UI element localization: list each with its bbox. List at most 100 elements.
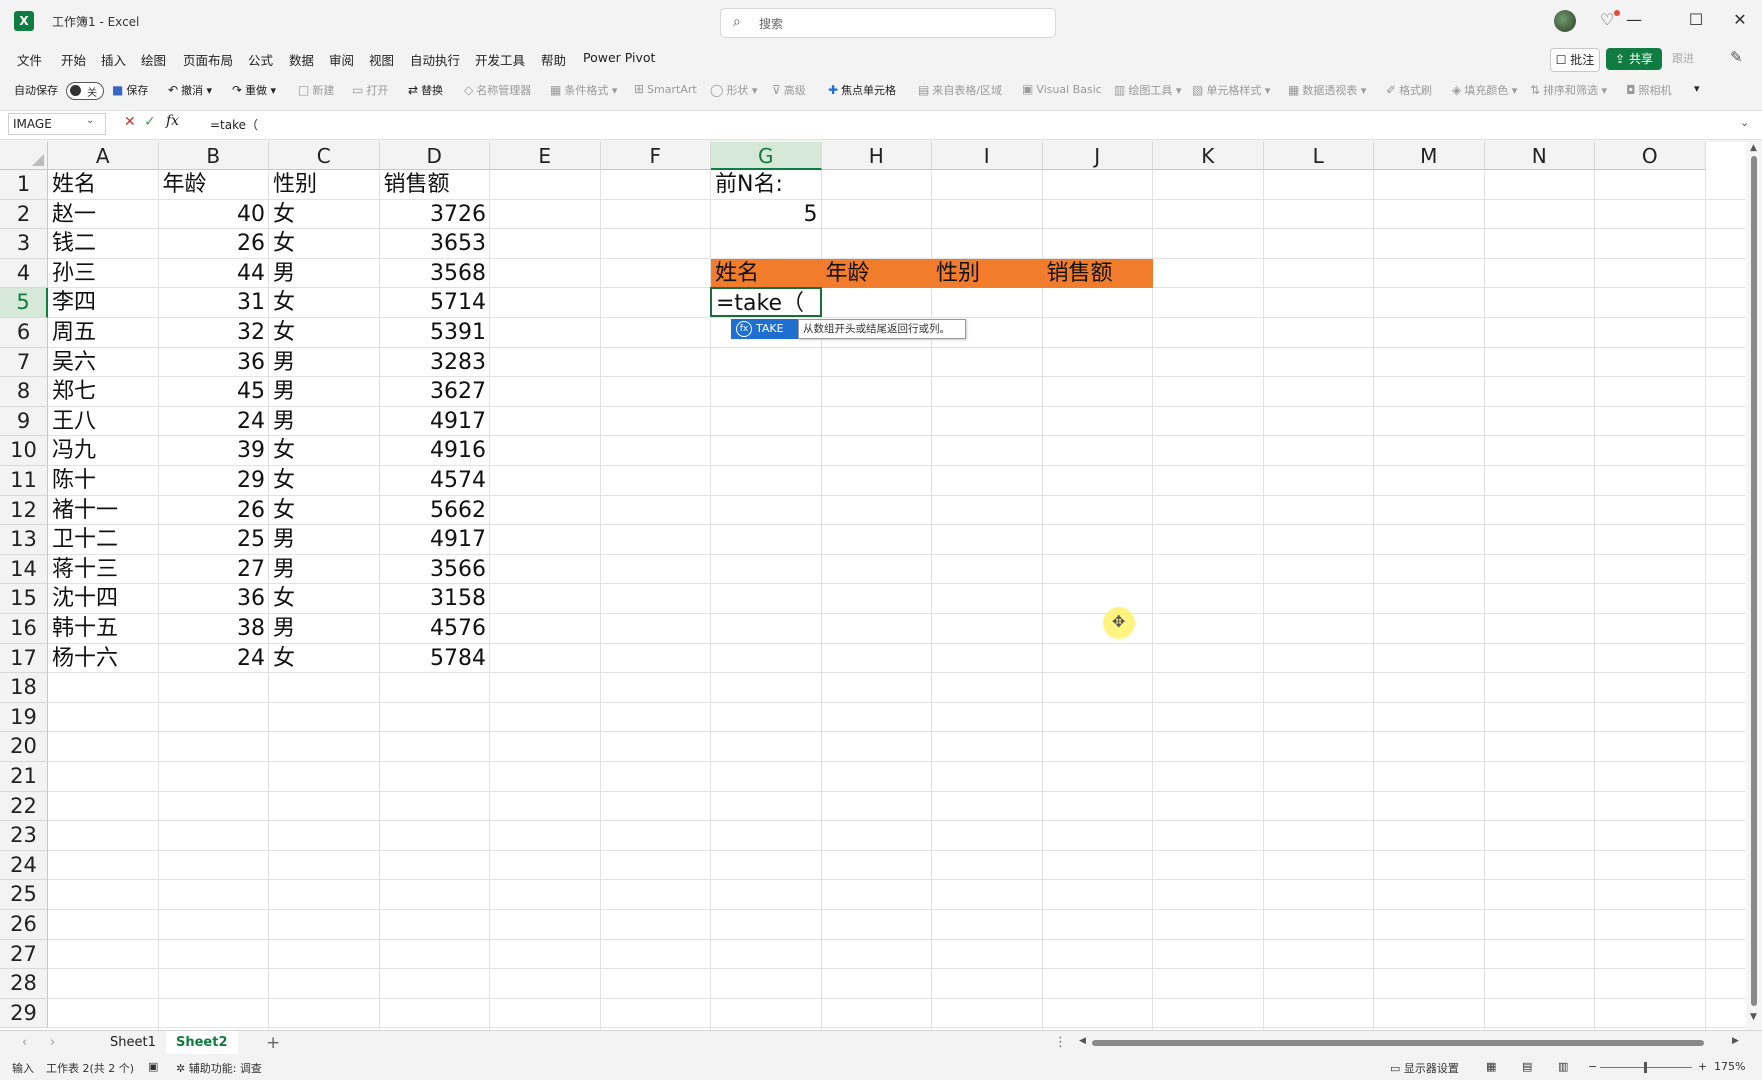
table-cell[interactable]: 女 [269, 496, 380, 525]
table-cell[interactable]: 25 [159, 525, 270, 554]
top-n-value-cell[interactable]: 5 [711, 200, 822, 229]
name-box-dropdown-icon[interactable]: ⌄ [86, 115, 94, 126]
tab-insert[interactable]: 插入 [101, 50, 126, 69]
tab-page-layout[interactable]: 页面布局 [183, 50, 233, 69]
add-sheet-icon[interactable]: + [266, 1033, 280, 1053]
tab-power-pivot[interactable]: Power Pivot [583, 50, 655, 65]
qat-format-painter[interactable]: ✐ 格式刷 [1386, 82, 1432, 98]
qat-sort-filter[interactable]: ⇅ 排序和筛选 ▾ [1530, 82, 1607, 98]
table-cell[interactable]: 赵一 [48, 200, 159, 229]
row-header-3[interactable]: 3 [0, 229, 48, 259]
column-header-G[interactable]: G [711, 142, 822, 170]
row-header-11[interactable]: 11 [0, 466, 48, 496]
vertical-scrollbar[interactable]: ▲ ▼ [1746, 142, 1762, 1030]
row-header-4[interactable]: 4 [0, 258, 48, 289]
result-header-cell[interactable]: 销售额 [1043, 259, 1154, 288]
table-cell[interactable]: 女 [269, 288, 380, 317]
tab-formulas[interactable]: 公式 [248, 50, 273, 69]
table-header-cell[interactable]: 年龄 [159, 170, 270, 199]
column-header-E[interactable]: E [490, 142, 601, 170]
macro-record-icon[interactable]: ▣ [148, 1060, 158, 1073]
next-sheet-icon[interactable]: › [50, 1035, 55, 1050]
scroll-down-icon[interactable]: ▼ [1750, 1012, 1757, 1022]
insert-function-icon[interactable]: fx [166, 113, 179, 129]
qat-name-manager[interactable]: ◇ 名称管理器 [464, 82, 531, 98]
qat-drawing-tools[interactable]: ▥ 绘图工具 ▾ [1114, 82, 1181, 98]
column-header-K[interactable]: K [1153, 142, 1264, 170]
qat-advanced-filter[interactable]: ⊽ 高级 [772, 82, 806, 98]
tab-review[interactable]: 审阅 [329, 50, 354, 69]
column-header-C[interactable]: C [269, 142, 380, 170]
table-cell[interactable]: 32 [159, 318, 270, 347]
table-header-cell[interactable]: 性别 [269, 170, 380, 199]
user-avatar[interactable] [1554, 10, 1576, 32]
table-cell[interactable]: 褚十一 [48, 496, 159, 525]
table-cell[interactable]: 3566 [380, 555, 491, 584]
table-cell[interactable]: 38 [159, 614, 270, 643]
table-cell[interactable]: 男 [269, 259, 380, 288]
column-header-O[interactable]: O [1595, 142, 1706, 170]
table-cell[interactable]: 24 [159, 407, 270, 436]
table-cell[interactable]: 女 [269, 466, 380, 495]
table-cell[interactable]: 4917 [380, 525, 491, 554]
column-header-M[interactable]: M [1374, 142, 1485, 170]
cancel-icon[interactable]: ✕ [124, 114, 136, 130]
qat-pivot-table[interactable]: ▦ 数据透视表 ▾ [1288, 82, 1366, 98]
table-cell[interactable]: 36 [159, 348, 270, 377]
formula-input[interactable]: =take（ [210, 116, 258, 133]
autosave-toggle[interactable]: 关 [66, 82, 104, 100]
table-cell[interactable]: 29 [159, 466, 270, 495]
table-cell[interactable]: 36 [159, 584, 270, 613]
row-header-12[interactable]: 12 [0, 495, 48, 526]
table-cell[interactable]: 39 [159, 436, 270, 465]
scroll-right-icon[interactable]: ▶ [1732, 1036, 1739, 1046]
qat-smartart[interactable]: ⊞ SmartArt [634, 82, 697, 96]
table-cell[interactable]: 周五 [48, 318, 159, 347]
row-header-2[interactable]: 2 [0, 199, 48, 230]
tab-automate[interactable]: 自动执行 [410, 50, 460, 69]
table-cell[interactable]: 5714 [380, 288, 491, 317]
table-cell[interactable]: 5391 [380, 318, 491, 347]
qat-save[interactable]: ■ 保存 [112, 82, 148, 98]
zoom-slider-thumb[interactable] [1644, 1062, 1647, 1073]
row-header-13[interactable]: 13 [0, 525, 48, 555]
result-header-cell[interactable]: 年龄 [822, 259, 933, 288]
horizontal-scroll-thumb[interactable] [1092, 1040, 1704, 1046]
row-header-7[interactable]: 7 [0, 347, 48, 378]
row-header-10[interactable]: 10 [0, 436, 48, 466]
table-cell[interactable]: 40 [159, 200, 270, 229]
table-cell[interactable]: 女 [269, 644, 380, 673]
horizontal-scrollbar[interactable]: ◀ ▶ [1076, 1036, 1746, 1048]
minimize-icon[interactable]: — [1614, 10, 1654, 29]
pen-icon[interactable]: ✎ [1730, 48, 1743, 66]
table-cell[interactable]: 女 [269, 436, 380, 465]
table-cell[interactable]: 26 [159, 496, 270, 525]
top-n-label-cell[interactable]: 前N名: [711, 170, 822, 199]
row-header-20[interactable]: 20 [0, 732, 48, 762]
table-cell[interactable]: 卫十二 [48, 525, 159, 554]
lightbulb-icon[interactable]: ♡ [1600, 10, 1614, 29]
qat-camera[interactable]: ◘ 照相机 [1626, 82, 1672, 98]
table-cell[interactable]: 钱二 [48, 229, 159, 258]
scroll-left-icon[interactable]: ◀ [1079, 1036, 1086, 1046]
qat-undo[interactable]: ↶ 撤消 ▾ [168, 82, 212, 98]
row-header-29[interactable]: 29 [0, 998, 48, 1029]
table-cell[interactable]: 男 [269, 348, 380, 377]
tab-draw[interactable]: 绘图 [141, 50, 166, 69]
zoom-out-icon[interactable]: − [1588, 1060, 1597, 1073]
table-cell[interactable]: 沈十四 [48, 584, 159, 613]
row-header-25[interactable]: 25 [0, 880, 48, 910]
comments-button[interactable]: ☐ 批注 [1550, 48, 1600, 72]
table-cell[interactable]: 冯九 [48, 436, 159, 465]
search-box[interactable]: ⌕ 搜索 [720, 8, 1056, 38]
row-header-1[interactable]: 1 [0, 170, 48, 200]
table-cell[interactable]: 3568 [380, 259, 491, 288]
table-cell[interactable]: 男 [269, 525, 380, 554]
row-header-14[interactable]: 14 [0, 554, 48, 585]
table-cell[interactable]: 3653 [380, 229, 491, 258]
share-button[interactable]: ⇪ 共享 [1606, 48, 1662, 70]
table-cell[interactable]: 女 [269, 584, 380, 613]
row-header-19[interactable]: 19 [0, 702, 48, 733]
tab-data[interactable]: 数据 [289, 50, 314, 69]
column-header-F[interactable]: F [600, 142, 711, 170]
